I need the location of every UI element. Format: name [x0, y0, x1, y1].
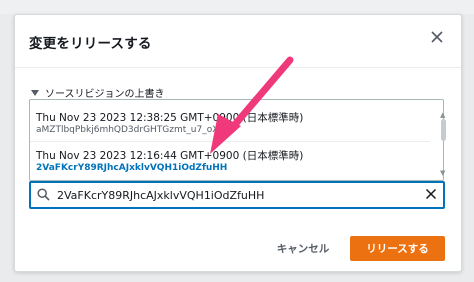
- cancel-button[interactable]: キャンセル: [273, 237, 333, 259]
- close-icon: [431, 31, 443, 43]
- revision-date: Thu Nov 23 2023 12:38:25 GMT+0900 (日本標準時…: [36, 112, 304, 124]
- background-bar: [0, 0, 474, 14]
- header-divider: [15, 67, 461, 68]
- modal-title: 変更をリリースする: [29, 36, 152, 52]
- release-button[interactable]: リリースする: [350, 236, 445, 261]
- scroll-thumb[interactable]: [441, 119, 446, 141]
- release-change-modal: 変更をリリースする ソースリビジョンの上書き Thu Nov 23 2023 1…: [14, 14, 462, 272]
- search-icon: [37, 188, 50, 201]
- source-revision-override-toggle[interactable]: ソースリビジョンの上書き: [31, 85, 165, 100]
- scroll-down-icon[interactable]: ▼: [440, 169, 445, 177]
- search-value: 2VaFKcrY89RJhcAJxklvVQH1iOdZfuHH: [57, 189, 265, 202]
- revision-list[interactable]: Thu Nov 23 2023 12:38:25 GMT+0900 (日本標準時…: [29, 99, 444, 181]
- section-title: ソースリビジョンの上書き: [45, 89, 165, 100]
- caret-down-icon: [31, 89, 39, 96]
- revision-option-2[interactable]: Thu Nov 23 2023 12:16:44 GMT+0900 (日本標準時…: [30, 142, 430, 180]
- close-button[interactable]: [425, 25, 449, 49]
- scroll-up-icon[interactable]: ▲: [440, 111, 445, 119]
- revision-id: aMZTlbqPbkj6mhQD3drGHTGzmt_u7_oX: [36, 125, 219, 135]
- revision-id-highlighted: 2VaFKcrY89RJhcAJxklvVQH1iOdZfuHH: [36, 163, 228, 173]
- clear-icon[interactable]: [425, 188, 437, 200]
- list-scrollbar[interactable]: ▲ ▼: [440, 111, 447, 181]
- revision-date: Thu Nov 23 2023 12:16:44 GMT+0900 (日本標準時…: [36, 150, 304, 162]
- revision-search-input[interactable]: 2VaFKcrY89RJhcAJxklvVQH1iOdZfuHH: [29, 181, 445, 209]
- revision-option-1[interactable]: Thu Nov 23 2023 12:38:25 GMT+0900 (日本標準時…: [30, 100, 430, 140]
